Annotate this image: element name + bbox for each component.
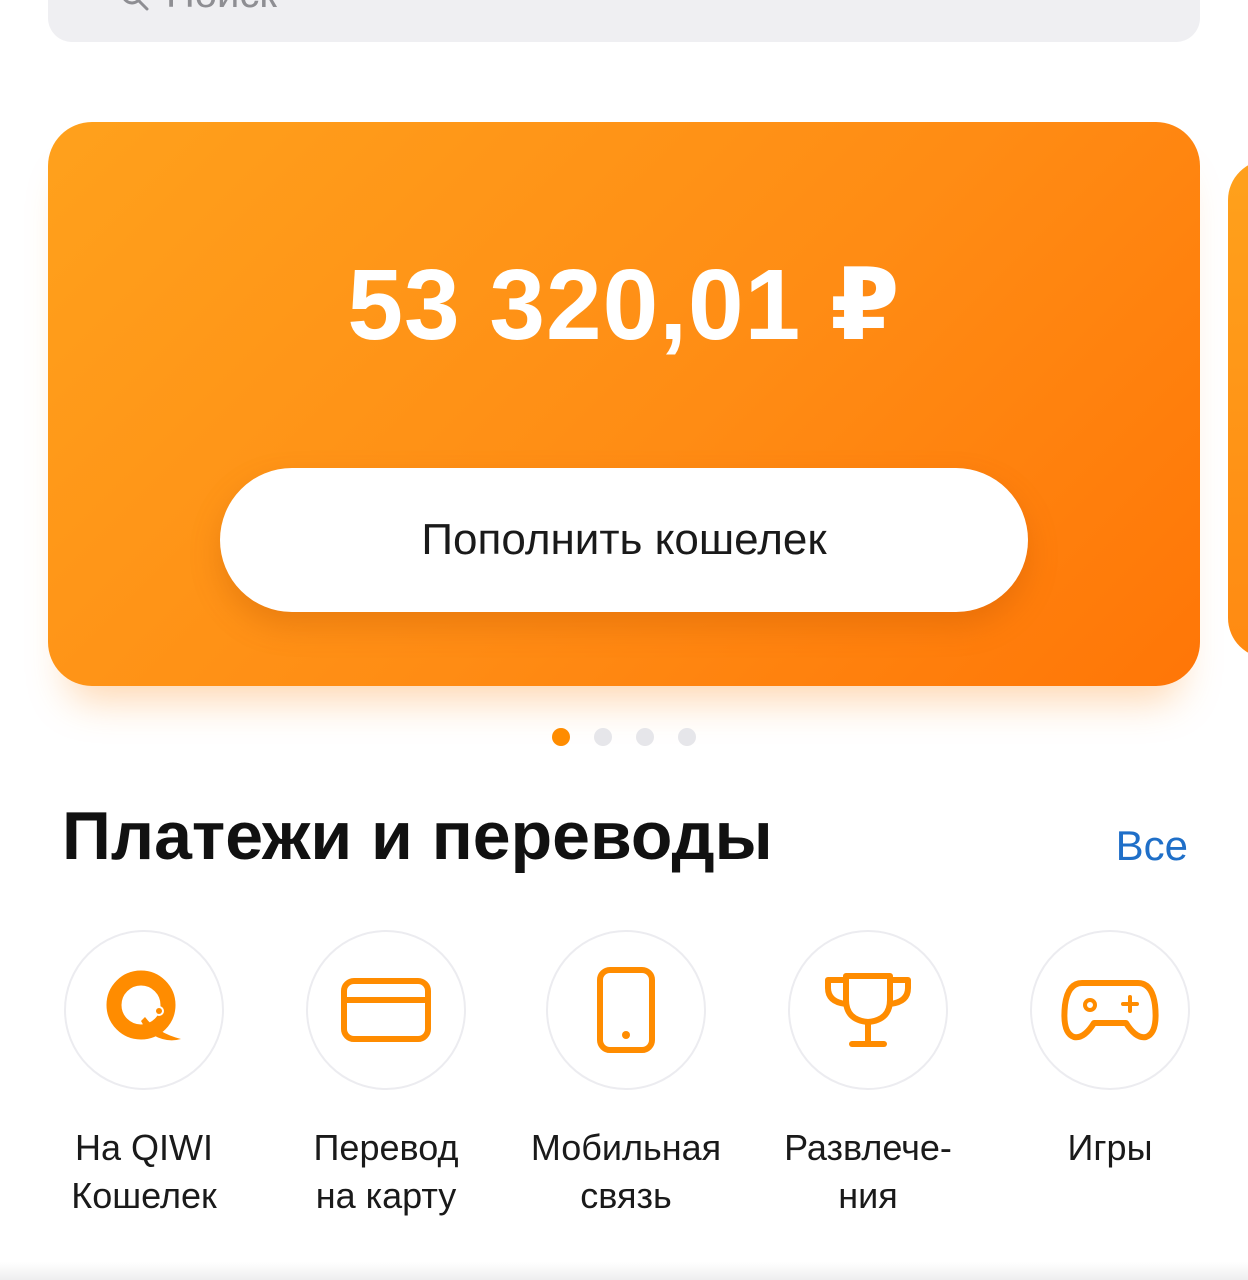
action-label-line2: Кошелек xyxy=(71,1175,217,1216)
action-label-line1: Игры xyxy=(1067,1127,1153,1168)
bottom-divider xyxy=(0,1262,1248,1280)
action-label-line2: ния xyxy=(838,1175,898,1216)
action-label-line1: Развлече- xyxy=(784,1127,952,1168)
action-label-line2: связь xyxy=(580,1175,672,1216)
pager-dot-2[interactable] xyxy=(594,728,612,746)
qiwi-logo-icon xyxy=(106,970,181,1041)
topup-wallet-button[interactable]: Пополнить кошелек xyxy=(220,468,1028,612)
action-circle[interactable] xyxy=(64,930,224,1090)
search-placeholder: Поиск xyxy=(166,0,277,14)
action-circle[interactable] xyxy=(788,930,948,1090)
search-icon xyxy=(123,0,149,11)
action-card-transfer[interactable]: Перевод на карту xyxy=(266,930,506,1220)
action-label-line2: на карту xyxy=(315,1175,457,1216)
mobile-phone-icon xyxy=(597,967,655,1053)
search-bar[interactable]: Поиск xyxy=(48,0,1200,42)
trophy-icon xyxy=(825,973,911,1047)
pager-dot-3[interactable] xyxy=(636,728,654,746)
action-games[interactable]: Игры xyxy=(990,930,1230,1172)
action-qiwi-wallet[interactable]: На QIWI Кошелек xyxy=(24,930,264,1220)
see-all-link[interactable]: Все xyxy=(1116,822,1188,870)
action-circle[interactable] xyxy=(306,930,466,1090)
next-card-preview[interactable] xyxy=(1228,160,1248,658)
action-circle[interactable] xyxy=(546,930,706,1090)
action-label-line1: Перевод xyxy=(313,1127,459,1168)
gamepad-icon xyxy=(1061,980,1159,1041)
action-circle[interactable] xyxy=(1030,930,1190,1090)
action-label: Игры xyxy=(990,1124,1230,1172)
qiwi-wallet-screen: Поиск 53 320,01 ₽ Пополнить кошелек Плат… xyxy=(0,0,1248,1280)
action-mobile[interactable]: Мобильная связь xyxy=(506,930,746,1220)
action-label: Развлече- ния xyxy=(748,1124,988,1220)
payments-section-title: Платежи и переводы xyxy=(62,798,773,874)
action-label: На QIWI Кошелек xyxy=(24,1124,264,1220)
balance-card[interactable]: 53 320,01 ₽ Пополнить кошелек xyxy=(48,122,1200,686)
pager-dot-4[interactable] xyxy=(678,728,696,746)
action-entertainment[interactable]: Развлече- ния xyxy=(748,930,988,1220)
credit-card-icon xyxy=(341,978,431,1042)
payment-actions: На QIWI Кошелек Перевод на карту Мобильн… xyxy=(0,930,1248,1230)
action-label: Мобильная связь xyxy=(506,1124,746,1220)
card-pager xyxy=(552,728,696,746)
action-label-line1: Мобильная xyxy=(530,1127,722,1168)
pager-dot-1[interactable] xyxy=(552,728,570,746)
action-label-line1: На QIWI xyxy=(74,1127,213,1168)
balance-amount: 53 320,01 ₽ xyxy=(347,249,901,361)
action-label: Перевод на карту xyxy=(266,1124,506,1220)
